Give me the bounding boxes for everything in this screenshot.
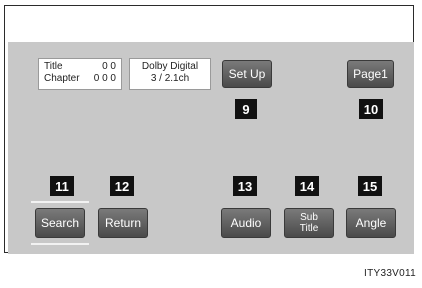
callout-10: 10	[359, 99, 383, 119]
title-chapter-display: Title 0 0 Chapter 0 0 0	[38, 58, 122, 90]
callout-11: 11	[50, 176, 74, 196]
callout-9: 9	[235, 99, 257, 119]
title-label: Title	[44, 61, 63, 72]
angle-button[interactable]: Angle	[346, 208, 396, 238]
audio-format-text: Dolby Digital	[141, 61, 199, 72]
subtitle-line2: Title	[299, 223, 319, 234]
subtitle-line1: Sub	[300, 212, 318, 223]
chapter-label: Chapter	[44, 73, 80, 84]
subtitle-button[interactable]: Sub Title	[284, 208, 334, 238]
callout-15: 15	[358, 176, 382, 196]
figure-caption: ITY33V011	[364, 268, 416, 279]
search-button[interactable]: Search	[35, 208, 85, 238]
callout-12: 12	[110, 176, 134, 196]
audio-channels-text: 3 / 2.1ch	[150, 73, 190, 84]
chapter-value: 0 0 0	[93, 73, 116, 84]
audio-button[interactable]: Audio	[221, 208, 271, 238]
setup-button[interactable]: Set Up	[222, 60, 272, 88]
audio-format-display: Dolby Digital 3 / 2.1ch	[129, 58, 211, 90]
return-button[interactable]: Return	[98, 208, 148, 238]
page1-button[interactable]: Page1	[347, 60, 394, 88]
callout-14: 14	[295, 176, 319, 196]
callout-13: 13	[233, 176, 257, 196]
title-value: 0 0	[102, 61, 116, 72]
